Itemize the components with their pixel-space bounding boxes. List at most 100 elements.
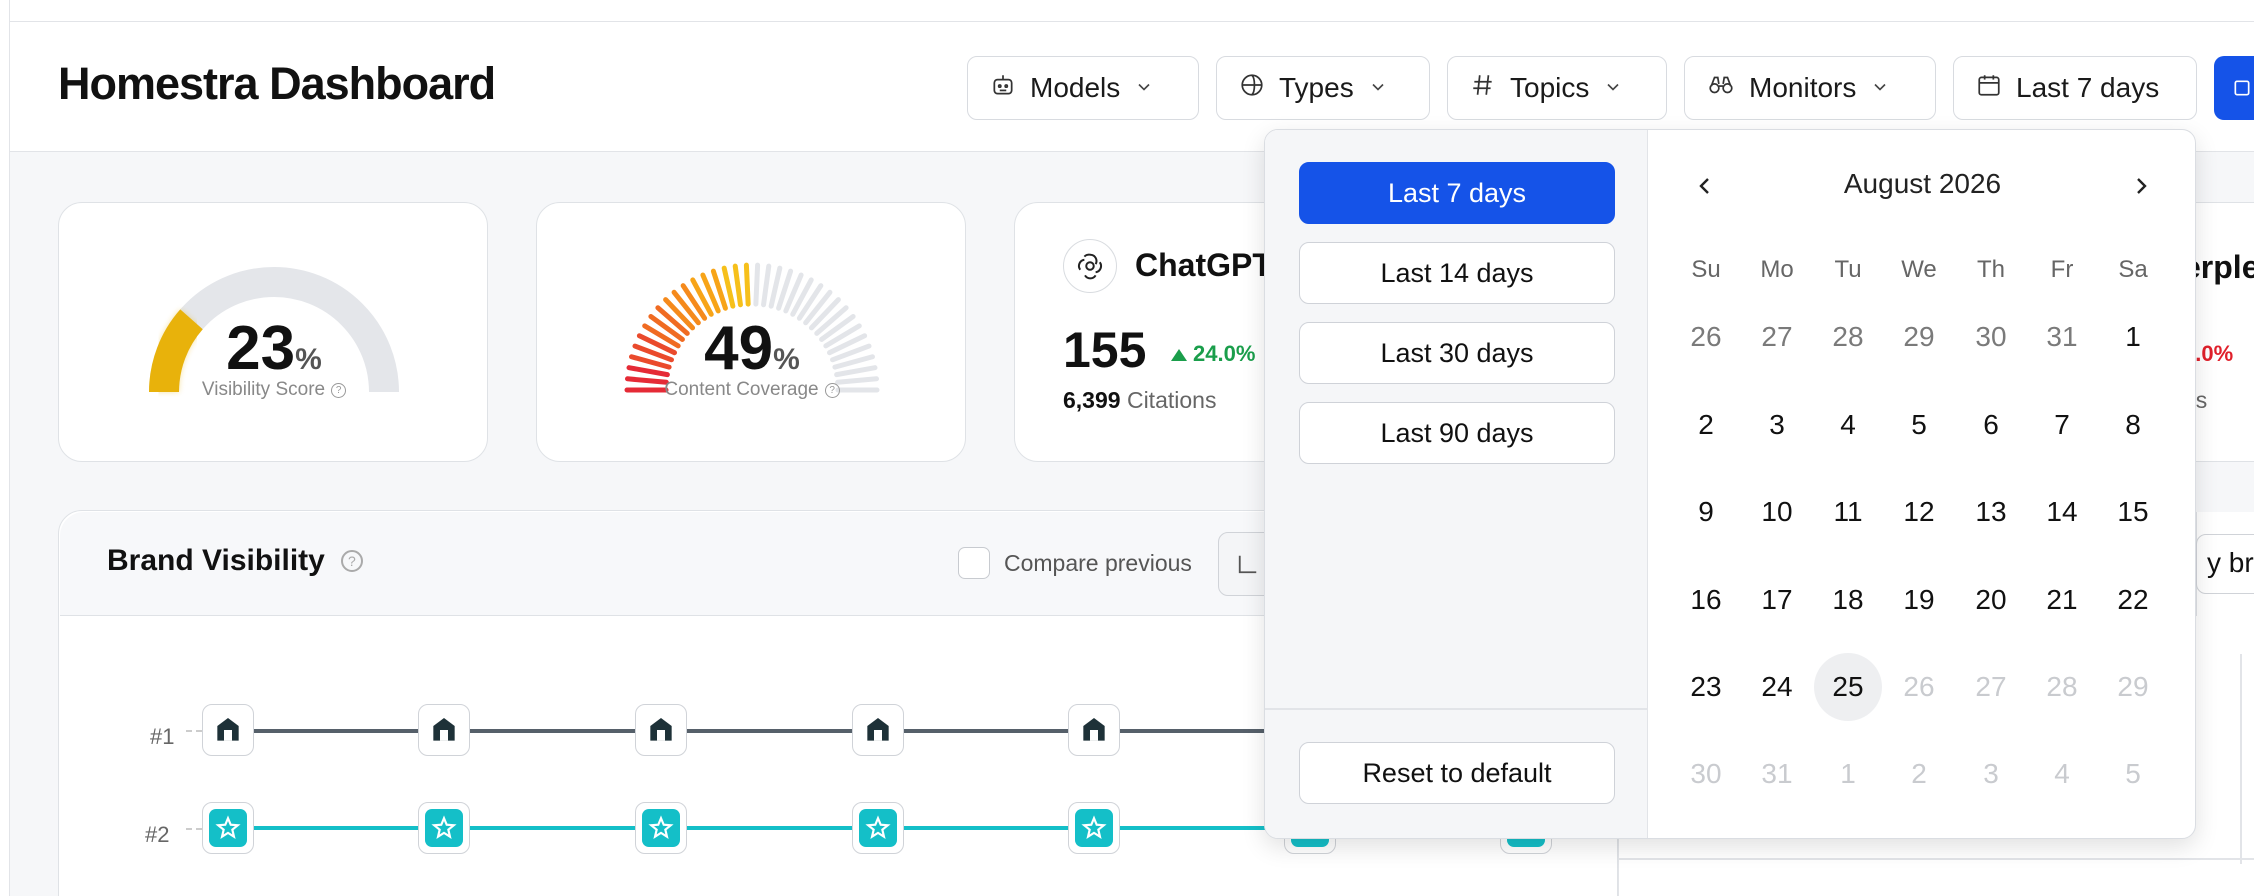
calendar-day[interactable]: 31: [2028, 303, 2096, 371]
types-filter-button[interactable]: Types: [1216, 56, 1430, 120]
calendar-day: 4: [2054, 758, 2070, 789]
divider: [1265, 708, 1648, 710]
month-title: August 2026: [1843, 168, 2002, 199]
date-range-label: Last 7 days: [2016, 72, 2160, 103]
calendar-day[interactable]: 5: [1885, 391, 1953, 459]
hash-icon: [1470, 72, 1496, 105]
home-brand-icon[interactable]: [202, 704, 254, 756]
visibility-score-label: Visibility Score: [201, 379, 326, 400]
primary-action-button[interactable]: [2214, 56, 2254, 120]
calendar-day[interactable]: 16: [1672, 566, 1740, 634]
calendar-day[interactable]: 11: [1814, 478, 1882, 546]
brand-selector-button[interactable]: y bra: [2196, 534, 2254, 594]
preset-last-7-days[interactable]: Last 7 days: [1299, 162, 1615, 224]
help-icon[interactable]: ?: [340, 550, 363, 572]
calendar-day[interactable]: 22: [2099, 566, 2167, 634]
gauge-tick: [743, 262, 751, 307]
content-coverage-label: Content Coverage: [664, 379, 819, 400]
flower-brand-icon[interactable]: [418, 802, 470, 854]
calendar-icon: [1976, 72, 2002, 105]
visibility-score-value: 23: [226, 314, 296, 383]
calendar-day[interactable]: 20: [1957, 566, 2025, 634]
weekday-label: Mo: [1760, 256, 1794, 283]
gauge-tick: [732, 263, 743, 308]
home-brand-icon[interactable]: [635, 704, 687, 756]
gauge-tick: [761, 263, 772, 308]
calendar-day[interactable]: 2: [1672, 391, 1740, 459]
chart-icon: [1237, 553, 1259, 580]
chevron-down-icon: [1134, 72, 1154, 104]
models-filter-button[interactable]: Models: [967, 56, 1199, 120]
weekday-label: Su: [1691, 256, 1721, 283]
content-coverage-card: 49% Content Coverage ?: [536, 202, 966, 462]
calendar-day[interactable]: 13: [1957, 478, 2025, 546]
calendar-day[interactable]: 30: [1957, 303, 2025, 371]
report-icon: [2232, 78, 2252, 103]
calendar-day[interactable]: 12: [1885, 478, 1953, 546]
chevron-down-icon: [1368, 72, 1388, 104]
calendar-day: 1: [1840, 758, 1856, 789]
calendar-day[interactable]: 23: [1672, 653, 1740, 721]
calendar-day[interactable]: 1: [2099, 303, 2167, 371]
calendar-day[interactable]: 9: [1672, 478, 1740, 546]
weekday-label: Sa: [2118, 256, 2148, 283]
home-brand-icon[interactable]: [418, 704, 470, 756]
home-brand-icon[interactable]: [852, 704, 904, 756]
topics-filter-button[interactable]: Topics: [1447, 56, 1667, 120]
preset-last-30-days[interactable]: Last 30 days: [1299, 322, 1615, 384]
left-rail: [0, 0, 10, 896]
content-coverage-value: 49: [704, 314, 774, 383]
calendar-day[interactable]: 24: [1743, 653, 1811, 721]
calendar-day[interactable]: 26: [1672, 303, 1740, 371]
calendar-day: 5: [2125, 758, 2141, 789]
monitors-filter-button[interactable]: Monitors: [1684, 56, 1936, 120]
calendar-day: 31: [1761, 758, 1793, 789]
rank-label: #2: [145, 822, 170, 847]
chevron-down-icon: [1870, 72, 1890, 104]
reset-to-default-button[interactable]: Reset to default: [1299, 742, 1615, 804]
calendar-day-today[interactable]: 25: [1814, 653, 1882, 721]
monitors-filter-label: Monitors: [1749, 72, 1857, 103]
calendar-day[interactable]: 15: [2099, 478, 2167, 546]
preset-last-90-days[interactable]: Last 90 days: [1299, 402, 1615, 464]
brand-visibility-title: Brand Visibility: [107, 544, 325, 577]
calendar-day[interactable]: 29: [1885, 303, 1953, 371]
flower-brand-icon[interactable]: [635, 802, 687, 854]
calendar-day[interactable]: 18: [1814, 566, 1882, 634]
calendar-day[interactable]: 4: [1814, 391, 1882, 459]
compare-previous-toggle[interactable]: Compare previous: [958, 547, 1192, 579]
calendar-day[interactable]: 6: [1957, 391, 2025, 459]
calendar-day[interactable]: 10: [1743, 478, 1811, 546]
home-brand-icon[interactable]: [1068, 704, 1120, 756]
calendar-day[interactable]: 7: [2028, 391, 2096, 459]
calendar-day[interactable]: 19: [1885, 566, 1953, 634]
help-icon[interactable]: ?: [824, 382, 840, 398]
calendar-day[interactable]: 27: [1743, 303, 1811, 371]
date-range-button[interactable]: Last 7 days: [1953, 56, 2197, 120]
calendar-day[interactable]: 21: [2028, 566, 2096, 634]
calendar-day: 3: [1983, 758, 1999, 789]
chatgpt-name: ChatGPT: [1135, 247, 1272, 283]
calendar-day[interactable]: 3: [1743, 391, 1811, 459]
help-icon[interactable]: ?: [331, 382, 347, 398]
preset-last-14-days[interactable]: Last 14 days: [1299, 242, 1615, 304]
calendar-day: 28: [2046, 671, 2078, 702]
flower-brand-icon[interactable]: [852, 802, 904, 854]
flower-brand-icon[interactable]: [202, 802, 254, 854]
calendar-day[interactable]: 14: [2028, 478, 2096, 546]
compare-checkbox[interactable]: [958, 547, 990, 579]
globe-icon: [1239, 72, 1265, 105]
calendar-day[interactable]: 28: [1814, 303, 1882, 371]
next-month-button[interactable]: [2123, 170, 2159, 206]
chevron-right-icon: [2129, 174, 2153, 203]
models-filter-label: Models: [1030, 72, 1121, 103]
chatgpt-value: 155: [1063, 322, 1147, 378]
calendar-day[interactable]: 8: [2099, 391, 2167, 459]
flower-brand-icon[interactable]: [1068, 802, 1120, 854]
calendar-day: 26: [1903, 671, 1935, 702]
top-strip: [0, 0, 2254, 22]
chatgpt-citations-count: 6,399: [1063, 387, 1121, 413]
date-range-dropdown: Last 7 days Last 14 days Last 30 days La…: [1264, 129, 2196, 839]
calendar-day: 29: [2117, 671, 2149, 702]
calendar-day[interactable]: 17: [1743, 566, 1811, 634]
